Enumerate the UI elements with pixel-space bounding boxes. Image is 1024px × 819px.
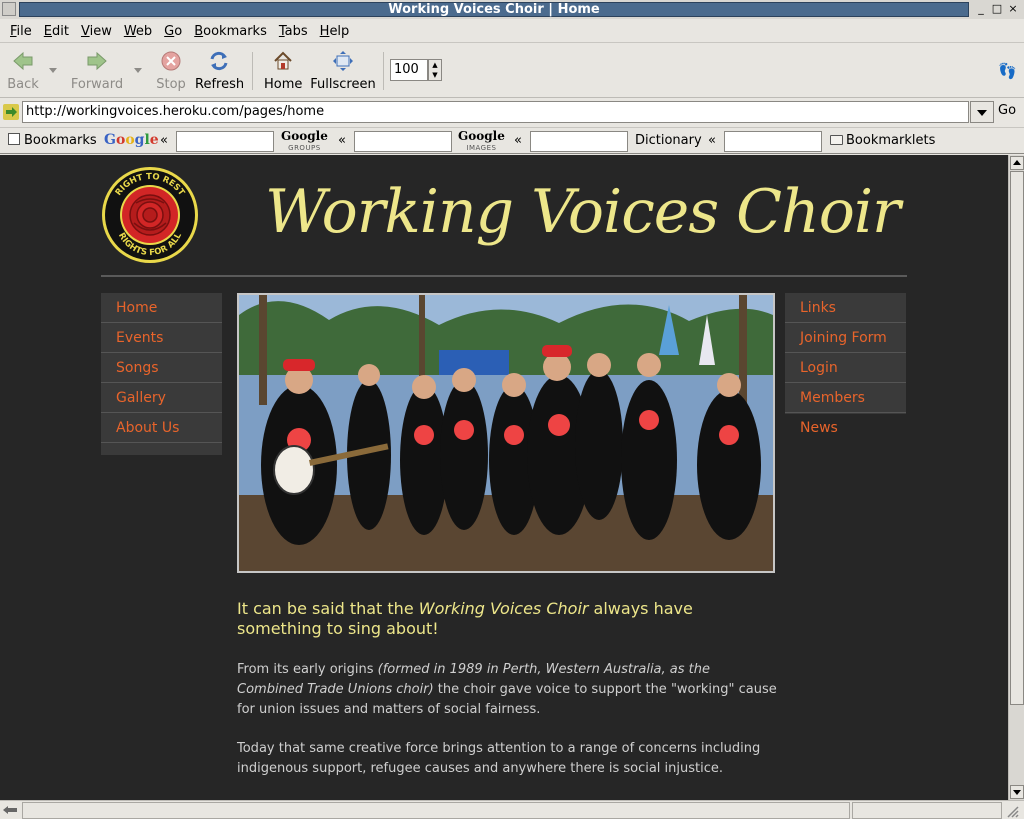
nav-links-link[interactable]: Links <box>785 293 906 323</box>
google-images-logo: Google IMAGES <box>458 129 505 152</box>
back-arrow-icon <box>12 50 34 72</box>
status-bar <box>0 800 1024 819</box>
nav-songs-link[interactable]: Songs <box>101 353 222 383</box>
forward-arrow-icon <box>86 50 108 72</box>
url-input[interactable]: http://workingvoices.heroku.com/pages/ho… <box>22 101 969 123</box>
back-button[interactable]: Back <box>6 50 40 92</box>
location-bar: http://workingvoices.heroku.com/pages/ho… <box>0 99 1024 126</box>
nav-home-link[interactable]: Home <box>101 293 222 323</box>
window-title: Working Voices Choir | Home <box>388 2 600 17</box>
menu-bookmarks[interactable]: Bookmarks <box>188 24 273 39</box>
fullscreen-icon <box>332 50 354 72</box>
url-history-dropdown[interactable] <box>970 101 994 123</box>
header-divider <box>101 275 907 277</box>
progress-field <box>852 802 1002 819</box>
go-button[interactable]: Go <box>998 103 1016 118</box>
menu-go[interactable]: Go <box>158 24 188 39</box>
nav-events-link[interactable]: Events <box>101 323 222 353</box>
folder-icon <box>830 135 843 145</box>
google-chevron[interactable]: « <box>160 133 168 148</box>
menu-help[interactable]: Help <box>314 24 356 39</box>
navigation-toolbar: Back Forward Stop Refresh Home Fullscree… <box>0 44 1024 98</box>
menu-view[interactable]: View <box>75 24 118 39</box>
bookmarks-menu-button[interactable]: Bookmarks <box>8 133 97 148</box>
refresh-icon <box>208 50 230 72</box>
images-chevron[interactable]: « <box>514 133 522 148</box>
location-arrow-icon <box>3 104 19 120</box>
zoom-spinbox[interactable]: 100 ▲ ▼ <box>390 59 442 81</box>
nav-gallery-link[interactable]: Gallery <box>101 383 222 413</box>
refresh-button[interactable]: Refresh <box>195 50 244 92</box>
forward-history-dropdown[interactable] <box>134 68 142 73</box>
close-icon[interactable]: × <box>1006 2 1020 16</box>
menu-bar: File Edit View Web Go Bookmarks Tabs Hel… <box>0 20 1024 43</box>
back-history-dropdown[interactable] <box>49 68 57 73</box>
window-titlebar: Working Voices Choir | Home _ □ × <box>0 0 1024 19</box>
intro-lead: It can be said that the Working Voices C… <box>237 599 693 638</box>
choir-photo <box>237 293 775 573</box>
google-logo: Google <box>104 132 159 148</box>
toolbar-separator <box>252 52 253 90</box>
zoom-input[interactable]: 100 <box>390 59 428 81</box>
left-navigation: Home Events Songs Gallery About Us <box>101 293 222 455</box>
google-groups-input[interactable] <box>354 131 452 152</box>
nav-about-us-link[interactable]: About Us <box>101 413 222 443</box>
nav-members-news-link[interactable]: Members News <box>785 383 906 436</box>
site-title: Working Voices Choir <box>265 177 901 247</box>
zoom-stepper[interactable]: ▲ ▼ <box>428 59 442 81</box>
menu-tabs[interactable]: Tabs <box>273 24 314 39</box>
home-icon <box>272 50 294 72</box>
google-images-input[interactable] <box>530 131 628 152</box>
bookmark-icon <box>8 133 20 145</box>
nav-login-link[interactable]: Login <box>785 353 906 383</box>
fullscreen-button[interactable]: Fullscreen <box>310 50 376 92</box>
google-groups-logo: Google GROUPS <box>281 129 328 152</box>
page-viewport: RIGHT TO REST RIGHTS FOR ALL Working Voi… <box>0 155 1008 800</box>
window-menu-icon[interactable] <box>2 2 16 16</box>
dictionary-input[interactable] <box>724 131 822 152</box>
menu-web[interactable]: Web <box>118 24 158 39</box>
stop-icon <box>160 50 182 72</box>
vertical-scrollbar[interactable] <box>1008 155 1024 800</box>
origins-paragraph: From its early origins (formed in 1989 i… <box>237 662 777 717</box>
dictionary-chevron[interactable]: « <box>708 133 716 148</box>
maximize-icon[interactable]: □ <box>990 2 1004 16</box>
resize-grip-icon[interactable] <box>1004 803 1020 819</box>
groups-chevron[interactable]: « <box>338 133 346 148</box>
gnome-foot-icon: 👣 <box>998 62 1017 80</box>
stop-button[interactable]: Stop <box>156 50 186 92</box>
dictionary-label: Dictionary <box>635 133 702 148</box>
home-button[interactable]: Home <box>264 50 302 92</box>
menu-file[interactable]: File <box>4 24 38 39</box>
today-paragraph: Today that same creative force brings at… <box>237 741 761 776</box>
menu-edit[interactable]: Edit <box>38 24 75 39</box>
scroll-down-icon[interactable] <box>1010 785 1024 799</box>
status-text <box>22 802 850 819</box>
minimize-icon[interactable]: _ <box>974 2 988 16</box>
right-navigation: Links Joining Form Login Members News <box>785 293 906 436</box>
bookmarklets-folder[interactable]: Bookmarklets <box>830 133 935 148</box>
nav-joining-form-link[interactable]: Joining Form <box>785 323 906 353</box>
forward-button[interactable]: Forward <box>70 50 124 92</box>
google-search-input[interactable] <box>176 131 274 152</box>
choir-logo[interactable]: RIGHT TO REST RIGHTS FOR ALL <box>100 165 200 265</box>
title-strip: Working Voices Choir | Home <box>19 2 969 17</box>
bookmarks-toolbar: Bookmarks Google « Google GROUPS « Google… <box>0 127 1024 154</box>
scroll-thumb[interactable] <box>1010 171 1024 705</box>
toolbar-separator <box>383 52 384 90</box>
scroll-up-icon[interactable] <box>1010 156 1024 170</box>
security-icon[interactable] <box>2 803 18 817</box>
